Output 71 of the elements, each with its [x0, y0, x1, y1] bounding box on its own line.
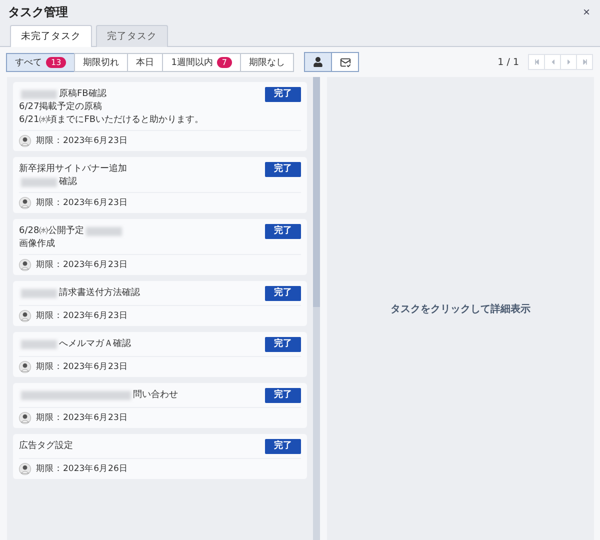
task-card[interactable]: 問い合わせ 完了 期限：2023年6月23日: [13, 383, 307, 428]
filter-button[interactable]: 1週間以内 7: [162, 52, 242, 72]
filter-button[interactable]: 本日: [127, 52, 164, 72]
avatar-icon: [19, 310, 31, 322]
scrollbar-thumb[interactable]: [313, 77, 320, 307]
next-page-icon: [564, 58, 572, 66]
complete-button[interactable]: 完了: [265, 162, 301, 177]
filter-label: すべて: [15, 56, 42, 68]
tab[interactable]: 完了タスク: [96, 25, 168, 47]
scrollbar[interactable]: [313, 77, 320, 540]
last-page-icon: [582, 59, 588, 65]
tab[interactable]: 未完了タスク: [10, 25, 92, 47]
page-indicator: 1 / 1: [498, 56, 519, 68]
complete-button[interactable]: 完了: [265, 337, 301, 352]
task-text: へメルマガＡ確認: [59, 338, 131, 350]
avatar-icon: [19, 197, 31, 209]
redacted-text: [21, 288, 57, 298]
avatar-icon: [19, 463, 31, 475]
first-page-icon: [534, 59, 540, 65]
complete-button[interactable]: 完了: [265, 224, 301, 239]
task-card[interactable]: 新卒採用サイトバナー追加 確認 完了 期限：2023年6月23日: [13, 157, 307, 213]
filter-button[interactable]: 期限なし: [240, 52, 294, 72]
filter-label: 1週間以内: [171, 56, 213, 68]
person-icon: [313, 57, 324, 67]
due-date: 期限：2023年6月23日: [36, 136, 128, 146]
task-text: 6/27掲載予定の原稿: [19, 101, 102, 113]
task-text: 請求書送付方法確認: [59, 287, 140, 299]
task-card[interactable]: へメルマガＡ確認 完了 期限：2023年6月23日: [13, 332, 307, 377]
task-text: 確認: [59, 176, 77, 188]
avatar-icon: [19, 412, 31, 424]
task-text: 問い合わせ: [133, 389, 178, 401]
view-toggle-button[interactable]: [331, 52, 360, 72]
due-date: 期限：2023年6月26日: [36, 464, 128, 474]
filter-label: 本日: [136, 56, 154, 68]
due-date: 期限：2023年6月23日: [36, 310, 128, 322]
redacted-text: [21, 178, 57, 186]
task-text: 画像作成: [19, 238, 55, 250]
complete-button[interactable]: 完了: [265, 388, 301, 403]
redacted-text: [21, 90, 57, 98]
due-date: 期限：2023年6月23日: [36, 412, 128, 424]
task-text: 新卒採用サイトバナー追加: [19, 163, 127, 175]
avatar-icon: [19, 259, 31, 271]
detail-message: タスクをクリックして詳細表示: [390, 302, 530, 316]
close-button[interactable]: ×: [582, 5, 590, 19]
task-card[interactable]: 請求書送付方法確認 完了 期限：2023年6月23日: [13, 281, 307, 326]
task-text: 6/28㈬公開予定: [19, 225, 84, 237]
task-card[interactable]: 広告タグ設定 完了 期限：2023年6月26日: [13, 434, 307, 479]
task-text: 広告タグ設定: [19, 440, 73, 452]
avatar-icon: [19, 135, 31, 147]
filter-button[interactable]: 期限切れ: [74, 52, 128, 72]
task-text: 6/21㈬頃までにFBいただけると助かります。: [19, 114, 204, 126]
due-date: 期限：2023年6月23日: [36, 198, 128, 208]
count-badge: 13: [46, 56, 66, 68]
filter-label: 期限切れ: [83, 56, 120, 68]
task-card[interactable]: 原稿FB確認 6/27掲載予定の原稿 6/21㈬頃までにFBいただけると助かります。 完了 期限：2023年6月23日: [13, 82, 307, 151]
mail-icon: [340, 56, 351, 68]
redacted-text: [21, 340, 57, 348]
window-title: タスク管理: [8, 4, 68, 20]
count-badge: 7: [216, 56, 232, 68]
due-date: 期限：2023年6月23日: [36, 260, 128, 270]
complete-button[interactable]: 完了: [265, 439, 301, 454]
redacted-text: [86, 226, 122, 236]
due-date: 期限：2023年6月23日: [36, 362, 128, 372]
avatar-icon: [19, 361, 31, 373]
complete-button[interactable]: 完了: [265, 286, 301, 301]
task-text: 原稿FB確認: [59, 88, 106, 100]
view-toggle-button[interactable]: [304, 52, 332, 72]
task-card[interactable]: 6/28㈬公開予定 画像作成 完了 期限：2023年6月23日: [13, 219, 307, 275]
complete-button[interactable]: 完了: [265, 87, 301, 102]
filter-label: 期限なし: [249, 56, 286, 68]
filter-button[interactable]: すべて 13: [6, 52, 76, 72]
